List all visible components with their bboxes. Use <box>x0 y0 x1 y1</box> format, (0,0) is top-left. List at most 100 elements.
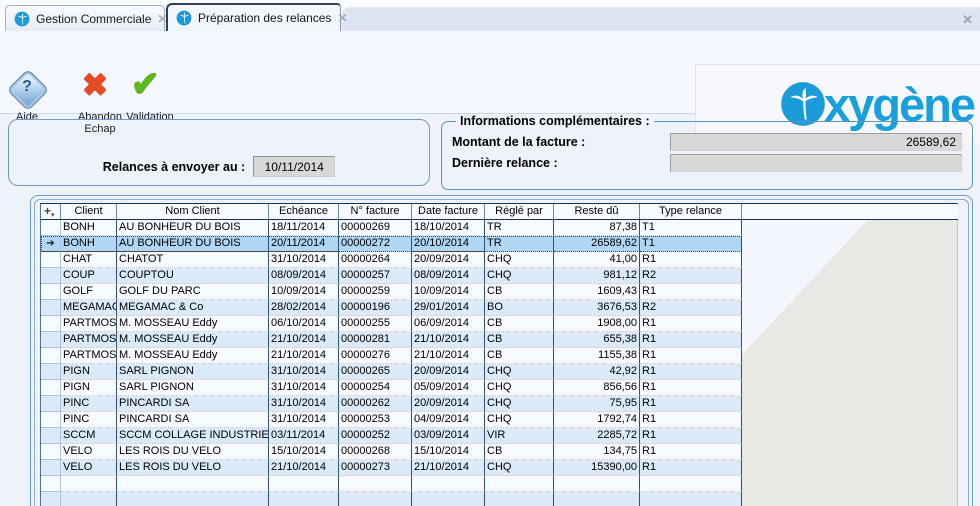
cell-client[interactable]: VELO <box>61 460 117 476</box>
cell-regle_par[interactable]: TR <box>485 236 554 252</box>
table-row[interactable]: VELOLES ROIS DU VELO21/10/20140000027321… <box>41 460 742 476</box>
cell-echeance[interactable]: 18/11/2014 <box>269 220 339 236</box>
cell-echeance[interactable]: 03/11/2014 <box>269 428 339 444</box>
cell-nom_client[interactable]: PINCARDI SA <box>117 396 269 412</box>
cell-n_facture[interactable]: 00000273 <box>339 460 412 476</box>
grid-corner-sort-icon[interactable]: +▾ <box>41 204 61 219</box>
cell-date_facture[interactable]: 18/10/2014 <box>412 220 485 236</box>
table-row[interactable]: MEGAMACMEGAMAC & Co28/02/20140000019629/… <box>41 300 742 316</box>
cell-type_relance[interactable]: R1 <box>640 316 742 332</box>
cell-regle_par[interactable]: VIR <box>485 428 554 444</box>
cell-type_relance[interactable]: R2 <box>640 300 742 316</box>
cell-n_facture[interactable]: 00000281 <box>339 332 412 348</box>
cell-regle_par[interactable]: CHQ <box>485 412 554 428</box>
cell-client[interactable]: SCCM <box>61 428 117 444</box>
cell-date_facture[interactable]: 20/09/2014 <box>412 252 485 268</box>
cell-echeance[interactable]: 31/10/2014 <box>269 252 339 268</box>
cell-client[interactable]: CHAT <box>61 252 117 268</box>
cell-type_relance[interactable]: R2 <box>640 268 742 284</box>
cell-nom_client[interactable]: SARL PIGNON <box>117 380 269 396</box>
cell-n_facture[interactable]: 00000254 <box>339 380 412 396</box>
cell-regle_par[interactable]: CHQ <box>485 396 554 412</box>
help-button[interactable]: ? <box>11 73 43 105</box>
cell-echeance[interactable]: 08/09/2014 <box>269 268 339 284</box>
cell-n_facture[interactable]: 00000196 <box>339 300 412 316</box>
cell-regle_par[interactable]: CHQ <box>485 364 554 380</box>
column-header-n_facture[interactable]: N° facture <box>339 204 412 219</box>
cell-n_facture[interactable]: 00000252 <box>339 428 412 444</box>
cell-nom_client[interactable]: M. MOSSEAU Eddy <box>117 348 269 364</box>
cell-client[interactable]: BONH <box>61 220 117 236</box>
cell-regle_par[interactable]: CB <box>485 348 554 364</box>
cell-date_facture[interactable]: 03/09/2014 <box>412 428 485 444</box>
cell-client[interactable]: PINC <box>61 412 117 428</box>
cell-nom_client[interactable]: CHATOT <box>117 252 269 268</box>
cell-regle_par[interactable]: CHQ <box>485 460 554 476</box>
cell-nom_client[interactable]: GOLF DU PARC <box>117 284 269 300</box>
column-header-reste_du[interactable]: Reste dû <box>554 204 640 219</box>
cell-reste_du[interactable]: 981,12 <box>554 268 640 284</box>
cell-nom_client[interactable]: SCCM COLLAGE INDUSTRIEL <box>117 428 269 444</box>
cell-reste_du[interactable]: 856,56 <box>554 380 640 396</box>
cell-type_relance[interactable]: R1 <box>640 252 742 268</box>
cell-type_relance[interactable]: R1 <box>640 460 742 476</box>
column-header-date_facture[interactable]: Date facture <box>412 204 485 219</box>
cell-type_relance[interactable]: R1 <box>640 396 742 412</box>
table-row[interactable]: BONHAU BONHEUR DU BOIS18/11/201400000269… <box>41 220 742 236</box>
cell-regle_par[interactable]: BO <box>485 300 554 316</box>
cell-client[interactable]: PINC <box>61 396 117 412</box>
cell-nom_client[interactable]: LES ROIS DU VELO <box>117 444 269 460</box>
cell-type_relance[interactable]: R1 <box>640 284 742 300</box>
cell-echeance[interactable]: 21/10/2014 <box>269 348 339 364</box>
cell-echeance[interactable]: 15/10/2014 <box>269 444 339 460</box>
cell-regle_par[interactable]: CB <box>485 332 554 348</box>
cell-reste_du[interactable]: 2285,72 <box>554 428 640 444</box>
cell-reste_du[interactable]: 655,38 <box>554 332 640 348</box>
cell-regle_par[interactable]: TR <box>485 220 554 236</box>
cell-echeance[interactable]: 31/10/2014 <box>269 396 339 412</box>
cell-type_relance[interactable]: R1 <box>640 380 742 396</box>
cell-echeance[interactable]: 28/02/2014 <box>269 300 339 316</box>
cell-nom_client[interactable]: MEGAMAC & Co <box>117 300 269 316</box>
cell-reste_du[interactable]: 3676,53 <box>554 300 640 316</box>
cell-reste_du[interactable]: 75,95 <box>554 396 640 412</box>
cell-regle_par[interactable]: CHQ <box>485 252 554 268</box>
cell-nom_client[interactable]: M. MOSSEAU Eddy <box>117 316 269 332</box>
cell-n_facture[interactable]: 00000262 <box>339 396 412 412</box>
cell-date_facture[interactable]: 04/09/2014 <box>412 412 485 428</box>
cell-nom_client[interactable]: PINCARDI SA <box>117 412 269 428</box>
cell-type_relance[interactable]: T1 <box>640 220 742 236</box>
cell-date_facture[interactable]: 20/10/2014 <box>412 236 485 252</box>
cell-n_facture[interactable]: 00000253 <box>339 412 412 428</box>
cell-reste_du[interactable]: 1792,74 <box>554 412 640 428</box>
cell-date_facture[interactable]: 21/10/2014 <box>412 460 485 476</box>
tab-gestion-commerciale[interactable]: Gestion Commerciale ✕ <box>5 5 165 31</box>
cell-nom_client[interactable]: LES ROIS DU VELO <box>117 460 269 476</box>
cell-echeance[interactable]: 31/10/2014 <box>269 412 339 428</box>
column-header-echeance[interactable]: Echéance <box>269 204 339 219</box>
cell-echeance[interactable]: 06/10/2014 <box>269 316 339 332</box>
table-row[interactable]: VELOLES ROIS DU VELO15/10/20140000026815… <box>41 444 742 460</box>
cell-regle_par[interactable]: CHQ <box>485 268 554 284</box>
column-header-client[interactable]: Client <box>61 204 117 219</box>
column-header-regle_par[interactable]: Réglé par <box>485 204 554 219</box>
cell-client[interactable]: MEGAMAC <box>61 300 117 316</box>
cell-reste_du[interactable]: 87,38 <box>554 220 640 236</box>
table-row[interactable]: PIGNSARL PIGNON31/10/20140000025405/09/2… <box>41 380 742 396</box>
cell-echeance[interactable]: 31/10/2014 <box>269 380 339 396</box>
column-header-type_relance[interactable]: Type relance <box>640 204 742 219</box>
cell-reste_du[interactable]: 1908,00 <box>554 316 640 332</box>
cell-date_facture[interactable]: 21/10/2014 <box>412 332 485 348</box>
cell-date_facture[interactable]: 15/10/2014 <box>412 444 485 460</box>
cell-n_facture[interactable]: 00000268 <box>339 444 412 460</box>
table-row[interactable]: PARTMOSM. MOSSEAU Eddy21/10/201400000276… <box>41 348 742 364</box>
cell-reste_du[interactable]: 42,92 <box>554 364 640 380</box>
cell-type_relance[interactable]: R1 <box>640 332 742 348</box>
cell-n_facture[interactable]: 00000257 <box>339 268 412 284</box>
cell-type_relance[interactable]: R1 <box>640 444 742 460</box>
cell-n_facture[interactable]: 00000265 <box>339 364 412 380</box>
cell-client[interactable]: PARTMOS <box>61 348 117 364</box>
cell-client[interactable]: PIGN <box>61 380 117 396</box>
cell-regle_par[interactable]: CHQ <box>485 380 554 396</box>
cell-echeance[interactable]: 20/11/2014 <box>269 236 339 252</box>
